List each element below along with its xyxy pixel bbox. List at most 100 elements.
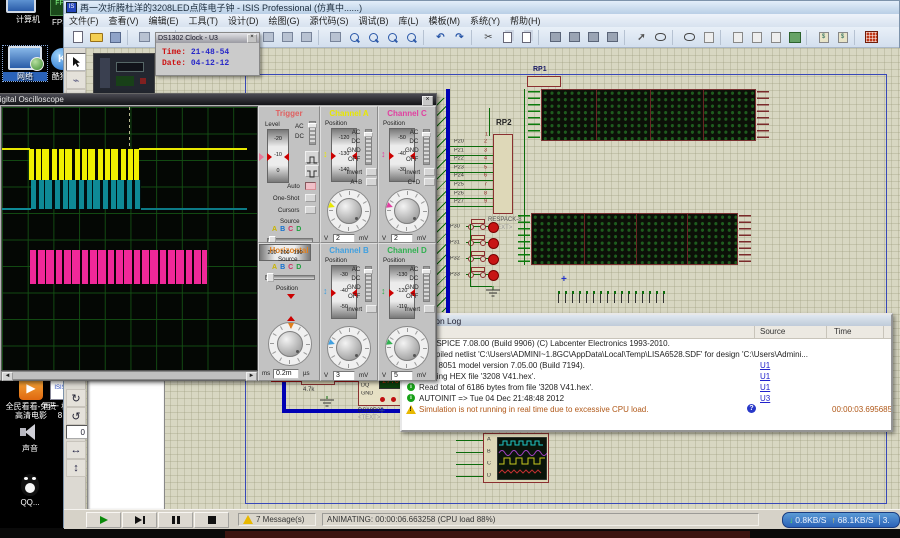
menu-7[interactable]: 调试(B)	[354, 14, 394, 27]
toolbar-remove-sheet-icon[interactable]	[748, 29, 765, 46]
toolbar-block-rotate-icon[interactable]	[585, 29, 602, 46]
object-selector-panel[interactable]	[87, 379, 165, 510]
source-letter-C[interactable]: C	[288, 264, 296, 271]
rotate-cw-button[interactable]: ↻	[66, 389, 86, 407]
log-row[interactable]: iPROSPICE 7.08.00 (Build 9906) (C) Labce…	[402, 338, 891, 349]
source-letter-D[interactable]: D	[296, 226, 304, 233]
component-cluster[interactable]	[93, 53, 155, 95]
toolbar-zoom-area-icon[interactable]	[384, 29, 401, 46]
toolbar-search-tag-icon[interactable]	[652, 29, 669, 46]
scroll-right-icon[interactable]: ►	[246, 372, 257, 381]
log-source-link[interactable]: U1	[760, 372, 770, 381]
log-row[interactable]: !Simulation is not running in real time …	[402, 404, 891, 415]
log-row[interactable]: iCompiled netlist 'C:\Users\ADMINI~1.8GC…	[402, 349, 891, 360]
ac-dc-switch-handle[interactable]	[308, 123, 317, 128]
toolbar-wire-auto-router-icon[interactable]: ➚	[633, 29, 650, 46]
sum-button[interactable]	[366, 178, 377, 186]
net-speed-widget[interactable]: ↓ 0.8KB/S ↑ 68.1KB/S 3.	[782, 512, 900, 528]
simulation-log-window[interactable]: Simulation Log Source Time iPROSPICE 7.0…	[400, 313, 893, 432]
menu-10[interactable]: 系统(Y)	[465, 14, 505, 27]
coupling-switch-handle[interactable]	[364, 132, 373, 137]
button-actuator-P31[interactable]	[488, 238, 499, 249]
toolbar-paste-icon[interactable]	[518, 29, 535, 46]
invert-button[interactable]	[366, 305, 377, 313]
step-button[interactable]	[122, 512, 157, 528]
log-row[interactable]: iAUTOINIT => Tue 04 Dec 21:48:48 2012U3	[402, 393, 891, 404]
toolbar-bill-of-materials-icon[interactable]: $	[815, 29, 832, 46]
header-pin-row[interactable]	[558, 294, 670, 303]
menu-8[interactable]: 库(L)	[394, 14, 424, 27]
coupling-switch[interactable]	[365, 266, 372, 302]
toolbar-undo-icon[interactable]: ↶	[432, 29, 449, 46]
coupling-switch[interactable]	[423, 129, 430, 165]
menu-5[interactable]: 绘图(G)	[264, 14, 305, 27]
play-button[interactable]	[86, 512, 121, 528]
coupling-switch-handle[interactable]	[422, 132, 431, 137]
invert-button[interactable]	[424, 305, 435, 313]
menu-3[interactable]: 工具(T)	[184, 14, 224, 27]
pause-button[interactable]	[158, 512, 193, 528]
toolbar-copy-icon[interactable]	[499, 29, 516, 46]
toolbar-open-file-icon[interactable]	[88, 29, 105, 46]
ds1302-clock-popup[interactable]: DS1302 Clock - U3 × Time: 21-48-54 Date:…	[155, 32, 260, 76]
log-source-link[interactable]: U3	[760, 394, 770, 403]
scroll-left-icon[interactable]: ◄	[2, 372, 13, 381]
toolbar-block-delete-icon[interactable]	[604, 29, 621, 46]
stop-button[interactable]	[194, 512, 229, 528]
auto-button[interactable]	[305, 182, 316, 190]
mirror-vertical-button[interactable]: ↕	[66, 459, 86, 477]
rp1-body[interactable]	[527, 76, 561, 87]
toolbar-zoom-in-icon[interactable]	[346, 29, 363, 46]
toolbar-covered-5-icon[interactable]	[298, 29, 315, 46]
oscilloscope-component[interactable]: ABCD	[483, 433, 549, 483]
toolbar-netlist-ares-icon[interactable]	[863, 29, 880, 46]
toolbar-covered-3-icon[interactable]	[260, 29, 277, 46]
menu-4[interactable]: 设计(D)	[223, 14, 264, 27]
oscilloscope-window[interactable]: Digital Oscilloscope × ◄ ► TriggerLevel-…	[0, 93, 437, 381]
edge-rising-button[interactable]	[305, 151, 319, 163]
popup-close-icon[interactable]: ×	[247, 34, 257, 43]
toolbar-cut-icon[interactable]: ✂	[480, 29, 497, 46]
trigger-source-slider-handle[interactable]	[269, 236, 276, 243]
toolbar-redraw-icon[interactable]	[327, 29, 344, 46]
isis-titlebar[interactable]: IS 再一次折腾杜洋的3208LED点阵电子钟 - ISIS Professio…	[64, 1, 899, 14]
source-letter-A[interactable]: A	[272, 264, 280, 271]
horizontal-source-slider[interactable]	[265, 275, 315, 280]
messages-field[interactable]: 7 Message(s)	[238, 513, 316, 526]
gain-value-input[interactable]: 5	[391, 371, 413, 381]
invert-button[interactable]	[424, 168, 435, 176]
led-matrix-1[interactable]	[541, 89, 756, 141]
gain-knob[interactable]	[327, 189, 371, 233]
popup-titlebar[interactable]: DS1302 Clock - U3	[156, 33, 259, 43]
scope-scrollbar[interactable]: ◄ ►	[1, 371, 258, 380]
menu-9[interactable]: 模板(M)	[424, 14, 466, 27]
scope-close-icon[interactable]: ×	[422, 96, 433, 106]
taskbar-window-strip[interactable]	[225, 531, 750, 538]
toolbar-design-explorer-icon[interactable]	[700, 29, 717, 46]
led-matrix-2[interactable]	[531, 213, 738, 265]
toolbar-block-move-icon[interactable]	[566, 29, 583, 46]
desktop-icon-qq[interactable]: QQ...	[8, 474, 52, 507]
one-shot-button[interactable]	[305, 194, 316, 202]
button-actuator-P33[interactable]	[488, 270, 499, 281]
gain-knob[interactable]	[327, 326, 371, 370]
coupling-switch[interactable]	[365, 129, 372, 165]
source-letter-D[interactable]: D	[296, 264, 304, 271]
log-row[interactable]: iRead total of 6186 bytes from file '320…	[402, 382, 891, 393]
sum-button[interactable]	[424, 178, 435, 186]
rp2-label[interactable]: RP2	[496, 118, 512, 127]
source-letter-B[interactable]: B	[280, 226, 288, 233]
toolbar-goto-sheet-icon[interactable]	[767, 29, 784, 46]
menu-11[interactable]: 帮助(H)	[505, 14, 546, 27]
rotate-angle-input[interactable]: 0	[66, 425, 88, 439]
position-display[interactable]: -20-100	[267, 129, 289, 183]
timebase-value-input[interactable]: 0.2m	[273, 369, 299, 379]
toolbar-electrical-check-icon[interactable]: $	[834, 29, 851, 46]
toolbar-zoom-out-icon[interactable]	[365, 29, 382, 46]
desktop-icon-network[interactable]: 网络	[3, 46, 47, 81]
gain-knob[interactable]	[268, 322, 312, 366]
toolbar-block-copy-icon[interactable]	[547, 29, 564, 46]
log-titlebar[interactable]: Simulation Log	[402, 315, 891, 326]
menu-6[interactable]: 源代码(S)	[305, 14, 354, 27]
scope-titlebar[interactable]: Digital Oscilloscope	[0, 94, 436, 105]
